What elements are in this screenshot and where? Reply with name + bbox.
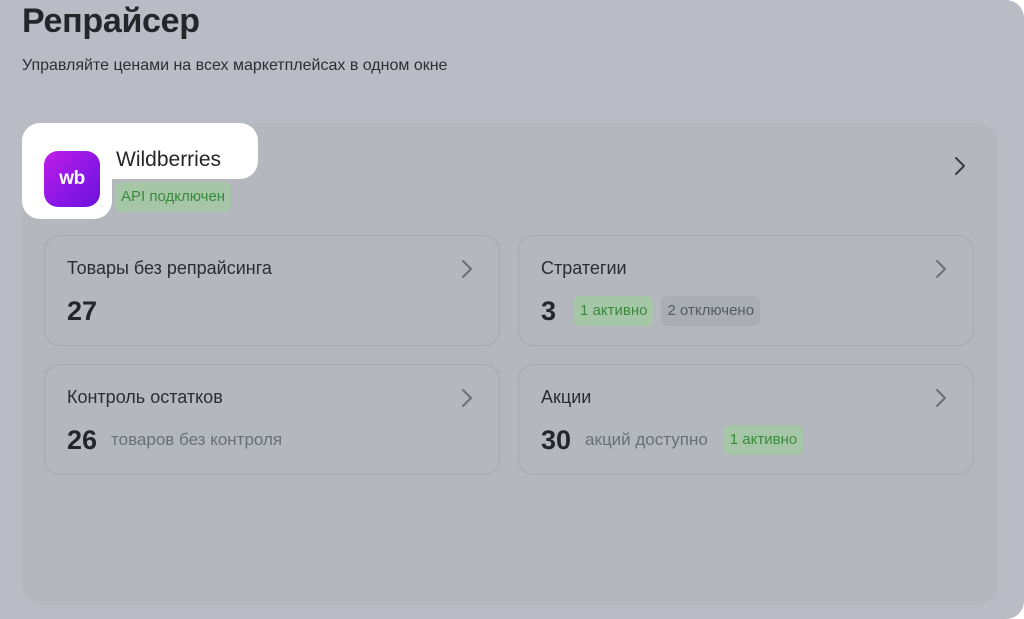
wildberries-logo-text: wb — [59, 168, 85, 189]
card-no-repricing-title: Товары без репрайсинга — [67, 258, 272, 278]
promotions-active-badge: 1 активно — [723, 425, 804, 455]
app-frame: Репрайсер Управляйте ценами на всех марк… — [0, 0, 1024, 619]
card-promotions-value: 30 — [541, 425, 572, 455]
card-promotions-note: акций доступно — [585, 430, 708, 449]
api-status-label: API подключен — [115, 182, 232, 212]
page-title: Репрайсер — [22, 2, 200, 40]
chevron-right-icon[interactable] — [954, 156, 966, 176]
card-strategies-title: Стратегии — [541, 258, 627, 278]
card-strategies-row: 3 1 активно 2 отключено — [541, 294, 761, 328]
chevron-right-icon — [461, 259, 473, 279]
api-status-badge: API подключен — [115, 182, 232, 212]
page-subtitle: Управляйте ценами на всех маркетплейсах … — [22, 57, 448, 74]
marketplace-header[interactable]: wb Wildberries API подключен — [22, 123, 998, 223]
marketplace-name: Wildberries — [116, 148, 222, 171]
card-promotions-row: 30 акций доступно 1 активно — [541, 423, 804, 457]
chevron-right-icon — [935, 259, 947, 279]
card-stock-control-title: Контроль остатков — [67, 387, 223, 407]
card-stock-control-value: 26 — [67, 425, 98, 455]
marketplace-panel: wb Wildberries API подключен Товары без … — [22, 123, 998, 605]
card-promotions-title: Акции — [541, 387, 592, 407]
card-stock-control-row: 26 товаров без контроля — [67, 423, 290, 457]
card-stock-control-note: товаров без контроля — [111, 430, 283, 449]
card-stock-control[interactable]: Контроль остатков 26 товаров без контрол… — [44, 364, 500, 475]
chevron-right-icon — [935, 388, 947, 408]
card-strategies[interactable]: Стратегии 3 1 активно 2 отключено — [518, 235, 974, 346]
card-strategies-value: 3 — [541, 296, 557, 326]
strategies-disabled-badge: 2 отключено — [661, 296, 761, 326]
card-no-repricing-row: 27 — [67, 294, 107, 328]
card-no-repricing[interactable]: Товары без репрайсинга 27 — [44, 235, 500, 346]
chevron-right-icon — [461, 388, 473, 408]
strategies-active-badge: 1 активно — [574, 296, 654, 326]
card-no-repricing-value: 27 — [67, 296, 98, 326]
wildberries-logo: wb — [44, 151, 100, 207]
card-promotions[interactable]: Акции 30 акций доступно 1 активно — [518, 364, 974, 475]
